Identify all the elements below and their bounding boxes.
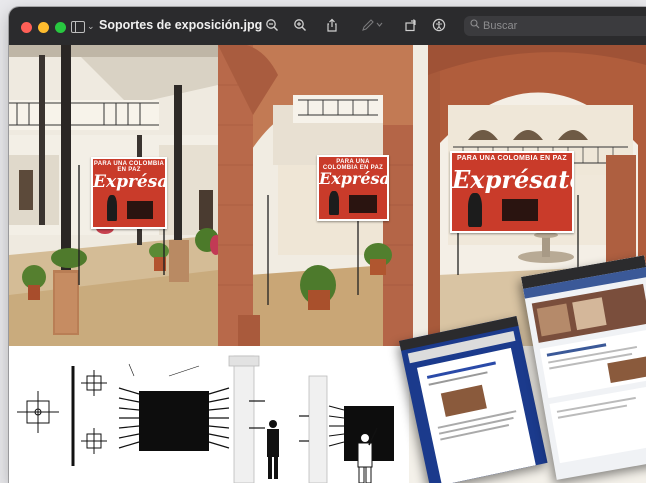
zoom-out-icon [266, 19, 278, 31]
photo-courtyard-columns: PARA UNA COLOMBIA EN PAZ Exprésate [9, 45, 218, 346]
maximize-button[interactable] [55, 22, 66, 33]
minimize-button[interactable] [38, 22, 49, 33]
search-icon [470, 19, 480, 32]
sidebar-toggle-button[interactable]: ⌄ [71, 19, 95, 35]
preview-window: ⌄ Soportes de exposición.jpg Buscar PARA… [9, 7, 646, 483]
chevron-down-icon: ⌄ [87, 21, 95, 31]
poster-headline: Exprésate [452, 165, 574, 194]
poster-expresate: PARA UNA COLOMBIA EN PAZ Exprésate [91, 157, 167, 229]
accessibility-icon [432, 18, 446, 32]
window-title: Soportes de exposición.jpg [99, 18, 263, 32]
share-button[interactable] [324, 18, 340, 34]
search-field[interactable]: Buscar [464, 16, 646, 36]
poster-expresate-2: PARA UNA COLOMBIA EN PAZ Exprésate [317, 155, 389, 221]
zoom-in-button[interactable] [292, 18, 308, 34]
markup-button[interactable] [361, 18, 383, 34]
poster-headline: Exprésate [93, 172, 165, 192]
sidebar-icon [71, 21, 85, 33]
markup-pen-icon [362, 19, 383, 31]
zoom-in-icon [294, 19, 306, 31]
poster-tagline: PARA UNA COLOMBIA EN PAZ [457, 155, 567, 162]
title-bar: ⌄ Soportes de exposición.jpg Buscar [9, 7, 646, 45]
photo-brick-arches: PARA UNA COLOMBIA EN PAZ Exprésate [218, 45, 428, 346]
poster-expresate-3: PARA UNA COLOMBIA EN PAZ Exprésate [450, 151, 574, 233]
poster-headline: Exprésate [319, 169, 389, 188]
accessibility-button[interactable] [431, 18, 447, 34]
zoom-out-button[interactable] [264, 18, 280, 34]
search-placeholder: Buscar [483, 20, 518, 32]
rotate-button[interactable] [403, 18, 419, 34]
share-icon [327, 18, 337, 32]
technical-diagram [9, 346, 409, 483]
rotate-icon [405, 19, 416, 32]
close-button[interactable] [21, 22, 32, 33]
image-canvas[interactable]: PARA UNA COLOMBIA EN PAZ Exprésate [9, 45, 646, 483]
